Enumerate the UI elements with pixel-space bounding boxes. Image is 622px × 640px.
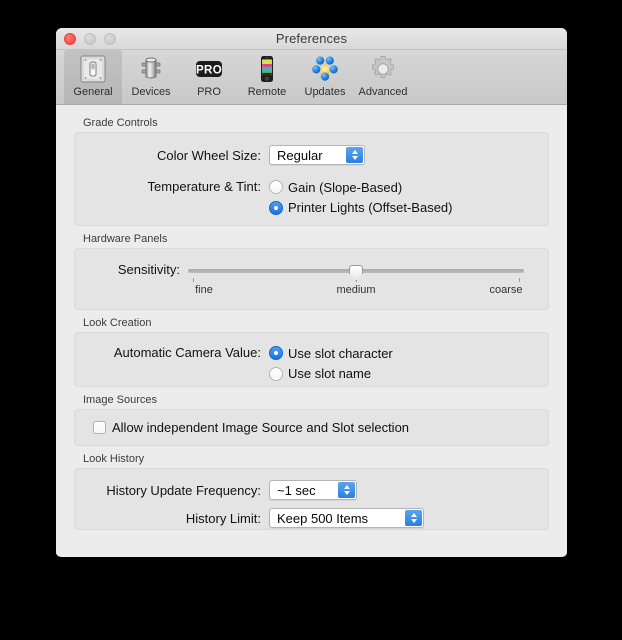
radio-printer-lights-offset-based[interactable]: Printer Lights (Offset-Based) xyxy=(269,197,453,218)
row-history-limit: History Limit: Keep 500 Items xyxy=(75,508,548,528)
group-grade-controls: Grade Controls Color Wheel Size: Regular… xyxy=(74,117,549,226)
automatic-camera-value-radio-group: Use slot character Use slot name xyxy=(269,343,393,384)
group-look-creation-box: Automatic Camera Value: Use slot charact… xyxy=(74,332,549,387)
toolbar-tab-advanced-label: Advanced xyxy=(358,86,408,98)
group-look-creation: Look Creation Automatic Camera Value: Us… xyxy=(74,317,549,387)
group-grade-controls-title: Grade Controls xyxy=(83,117,158,129)
automatic-camera-value-label: Automatic Camera Value: xyxy=(113,345,261,360)
preferences-window: Preferences General Devices PRO PRO Remo… xyxy=(56,28,567,557)
history-update-frequency-select[interactable]: ~1 sec xyxy=(269,480,357,500)
group-look-history-title: Look History xyxy=(83,453,145,465)
window-titlebar: Preferences xyxy=(56,28,567,50)
toolbar-tab-remote-label: Remote xyxy=(247,86,287,98)
toolbar-tab-remote[interactable]: Remote xyxy=(238,50,296,104)
radio-gain-slope-based[interactable]: Gain (Slope-Based) xyxy=(269,177,453,197)
toolbar-tab-updates[interactable]: Updates xyxy=(296,50,354,104)
stepper-chevrons-icon[interactable] xyxy=(405,510,422,526)
slider-thumb[interactable] xyxy=(349,265,363,281)
radio-indicator-on-icon[interactable] xyxy=(269,346,283,360)
toolbar-tab-devices[interactable]: Devices xyxy=(122,50,180,104)
remote-phone-icon xyxy=(251,53,283,85)
radio-gain-slope-based-label: Gain (Slope-Based) xyxy=(288,179,403,195)
history-update-frequency-label: History Update Frequency: xyxy=(106,482,261,498)
advanced-gear-icon xyxy=(367,53,399,85)
general-switch-icon xyxy=(77,53,109,85)
checkbox-allow-independent-selection[interactable]: Allow independent Image Source and Slot … xyxy=(93,420,548,435)
radio-indicator-off-icon[interactable] xyxy=(269,180,283,194)
slider-tick-coarse xyxy=(519,278,520,282)
row-automatic-camera-value: Automatic Camera Value: Use slot charact… xyxy=(75,343,548,384)
slider-label-coarse: coarse xyxy=(489,284,523,296)
radio-indicator-on-icon[interactable] xyxy=(269,200,283,215)
toolbar-tab-updates-label: Updates xyxy=(304,86,346,98)
checkbox-allow-independent-selection-label: Allow independent Image Source and Slot … xyxy=(112,420,410,435)
group-image-sources: Image Sources Allow independent Image So… xyxy=(74,394,549,446)
toolbar-tab-advanced[interactable]: Advanced xyxy=(354,50,412,104)
slider-label-fine: fine xyxy=(195,284,213,296)
slider-tick-fine xyxy=(193,278,194,282)
toolbar-tab-pro-label: PRO xyxy=(197,86,221,98)
group-look-history: Look History History Update Frequency: ~… xyxy=(74,453,549,530)
group-grade-controls-box: Color Wheel Size: Regular Temperature & … xyxy=(74,132,549,226)
history-limit-select[interactable]: Keep 500 Items xyxy=(269,508,424,528)
group-look-history-box: History Update Frequency: ~1 sec History… xyxy=(74,468,549,530)
radio-use-slot-character-label: Use slot character xyxy=(288,345,393,361)
radio-use-slot-name-label: Use slot name xyxy=(288,366,372,381)
checkbox-unchecked-icon[interactable] xyxy=(93,421,106,434)
group-hardware-panels: Hardware Panels Sensitivity: fine medium… xyxy=(74,233,549,310)
svg-text:PRO: PRO xyxy=(196,64,222,76)
pro-badge-icon: PRO xyxy=(193,53,225,85)
stepper-chevrons-icon[interactable] xyxy=(338,482,355,498)
color-wheel-size-value: Regular xyxy=(277,147,323,163)
sensitivity-label: Sensitivity: xyxy=(117,262,180,277)
row-history-update-frequency: History Update Frequency: ~1 sec xyxy=(75,480,548,500)
row-temperature-tint: Temperature & Tint: Gain (Slope-Based) P… xyxy=(75,177,548,218)
sensitivity-slider[interactable]: fine medium coarse xyxy=(188,263,524,299)
devices-panel-icon xyxy=(135,53,167,85)
stepper-chevrons-icon[interactable] xyxy=(346,147,363,163)
history-limit-label: History Limit: xyxy=(185,510,261,526)
group-look-creation-title: Look Creation xyxy=(83,317,152,329)
preferences-content: Grade Controls Color Wheel Size: Regular… xyxy=(56,105,567,556)
radio-use-slot-character[interactable]: Use slot character xyxy=(269,343,393,363)
preferences-toolbar: General Devices PRO PRO Remote Updates A… xyxy=(56,50,567,105)
color-wheel-size-label: Color Wheel Size: xyxy=(156,147,261,163)
toolbar-tab-devices-label: Devices xyxy=(131,86,171,98)
history-limit-value: Keep 500 Items xyxy=(277,510,369,526)
window-title: Preferences xyxy=(275,31,348,46)
radio-indicator-off-icon[interactable] xyxy=(269,366,283,381)
slider-label-medium: medium xyxy=(336,284,376,296)
group-hardware-panels-box: Sensitivity: fine medium coarse xyxy=(74,248,549,310)
group-hardware-panels-title: Hardware Panels xyxy=(83,233,168,245)
group-image-sources-box: Allow independent Image Source and Slot … xyxy=(74,409,549,446)
temperature-tint-label: Temperature & Tint: xyxy=(147,179,261,194)
color-wheel-size-select[interactable]: Regular xyxy=(269,145,365,165)
row-sensitivity: Sensitivity: fine medium coarse xyxy=(75,263,548,299)
radio-printer-lights-offset-based-label: Printer Lights (Offset-Based) xyxy=(288,200,453,215)
temperature-tint-radio-group: Gain (Slope-Based) Printer Lights (Offse… xyxy=(269,177,453,218)
row-color-wheel-size: Color Wheel Size: Regular xyxy=(75,145,548,165)
radio-use-slot-name[interactable]: Use slot name xyxy=(269,363,393,384)
toolbar-tab-general-label: General xyxy=(73,86,113,98)
updates-spheres-icon xyxy=(309,53,341,85)
toolbar-tab-pro[interactable]: PRO PRO xyxy=(180,50,238,104)
toolbar-tab-general[interactable]: General xyxy=(64,50,122,104)
group-image-sources-title: Image Sources xyxy=(83,394,157,406)
history-update-frequency-value: ~1 sec xyxy=(277,482,316,498)
